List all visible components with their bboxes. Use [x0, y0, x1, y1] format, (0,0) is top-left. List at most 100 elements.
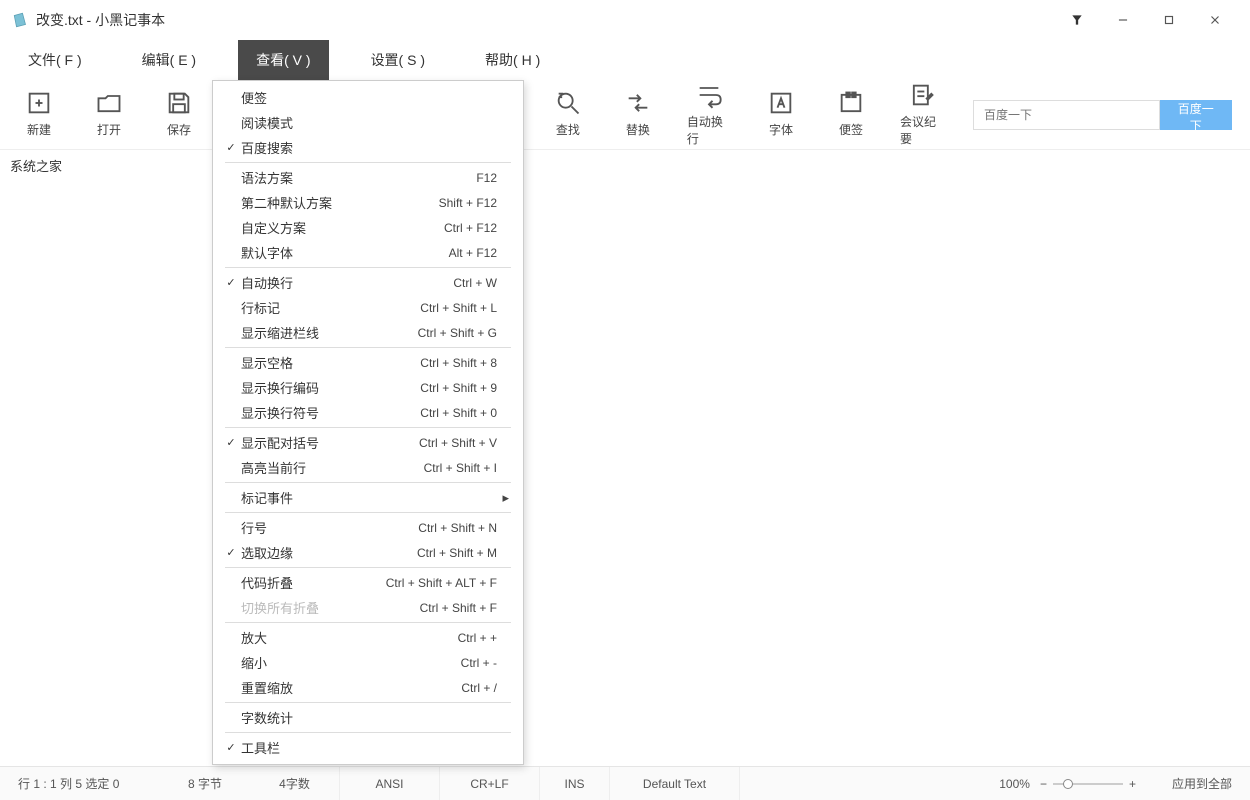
- zoom-slider[interactable]: − +: [1040, 777, 1136, 791]
- editor-area[interactable]: 系统之家: [0, 150, 1250, 766]
- menu-item[interactable]: 代码折叠Ctrl + Shift + ALT + F: [213, 570, 523, 595]
- menu-item[interactable]: 行标记Ctrl + Shift + L: [213, 295, 523, 320]
- menu-separator: [225, 162, 511, 163]
- menu-item-label: 显示换行编码: [241, 378, 420, 397]
- menu-item-shortcut: Ctrl + Shift + 9: [420, 381, 497, 395]
- menu-item[interactable]: 便签: [213, 85, 523, 110]
- tool-font[interactable]: 字体: [760, 91, 802, 138]
- menu-item[interactable]: 高亮当前行Ctrl + Shift + I: [213, 455, 523, 480]
- search-input[interactable]: [973, 100, 1160, 130]
- zoom-out-icon[interactable]: −: [1040, 777, 1047, 791]
- menu-item[interactable]: 字数统计: [213, 705, 523, 730]
- tool-wrap[interactable]: 自动换行: [687, 83, 732, 147]
- menu-item-label: 便签: [241, 88, 497, 107]
- tool-open[interactable]: 打开: [88, 91, 130, 138]
- status-zoom[interactable]: 100% − +: [981, 767, 1154, 800]
- menu-item: 切换所有折叠Ctrl + Shift + F: [213, 595, 523, 620]
- menu-item[interactable]: ✓百度搜索: [213, 135, 523, 160]
- menu-settings[interactable]: 设置( S ): [353, 40, 443, 80]
- font-icon: [767, 91, 795, 115]
- menu-item-shortcut: Ctrl + /: [461, 681, 497, 695]
- status-lineending[interactable]: CR+LF: [440, 767, 540, 800]
- menu-item-shortcut: Ctrl + W: [453, 276, 497, 290]
- menu-item-label: 行号: [241, 518, 418, 537]
- maximize-button[interactable]: [1146, 0, 1192, 40]
- minutes-icon: [908, 83, 936, 107]
- menubar: 文件( F ) 编辑( E ) 查看( V ) 设置( S ) 帮助( H ): [0, 40, 1250, 80]
- menu-item[interactable]: 缩小Ctrl + -: [213, 650, 523, 675]
- app-icon: [12, 11, 30, 29]
- menu-item[interactable]: 重置缩放Ctrl + /: [213, 675, 523, 700]
- toolbar: 新建 打开 保存 查找 替换 自动换行 字体 便签 会议纪要 百度一下: [0, 80, 1250, 150]
- status-chars: 4字数: [250, 767, 340, 800]
- menu-file[interactable]: 文件( F ): [10, 40, 100, 80]
- menu-item-shortcut: F12: [476, 171, 497, 185]
- menu-separator: [225, 427, 511, 428]
- open-icon: [95, 91, 123, 115]
- menu-item[interactable]: 放大Ctrl + +: [213, 625, 523, 650]
- menu-separator: [225, 567, 511, 568]
- statusbar: 行 1 : 1 列 5 选定 0 8 字节 4字数 ANSI CR+LF INS…: [0, 766, 1250, 800]
- menu-item-shortcut: Alt + F12: [449, 246, 497, 260]
- menu-item-shortcut: Ctrl + Shift + G: [418, 326, 497, 340]
- menu-item[interactable]: 显示换行符号Ctrl + Shift + 0: [213, 400, 523, 425]
- menu-item-label: 显示缩进栏线: [241, 323, 418, 342]
- close-button[interactable]: [1192, 0, 1238, 40]
- menu-item-label: 自动换行: [241, 273, 453, 292]
- menu-item[interactable]: 行号Ctrl + Shift + N: [213, 515, 523, 540]
- menu-item[interactable]: 标记事件▸: [213, 485, 523, 510]
- new-icon: [25, 91, 53, 115]
- menu-edit[interactable]: 编辑( E ): [124, 40, 214, 80]
- menu-item[interactable]: 第二种默认方案Shift + F12: [213, 190, 523, 215]
- menu-item-label: 代码折叠: [241, 573, 386, 592]
- tool-new[interactable]: 新建: [18, 91, 60, 138]
- minimize-button[interactable]: [1100, 0, 1146, 40]
- theme-icon[interactable]: [1054, 0, 1100, 40]
- menu-item-shortcut: Ctrl + +: [458, 631, 497, 645]
- menu-item[interactable]: 语法方案F12: [213, 165, 523, 190]
- status-encoding[interactable]: ANSI: [340, 767, 440, 800]
- menu-item-shortcut: Ctrl + -: [461, 656, 497, 670]
- menu-item-shortcut: Ctrl + Shift + V: [419, 436, 497, 450]
- menu-item[interactable]: 显示换行编码Ctrl + Shift + 9: [213, 375, 523, 400]
- editor-content: 系统之家: [0, 150, 1250, 181]
- menu-item-label: 语法方案: [241, 168, 476, 187]
- menu-separator: [225, 482, 511, 483]
- menu-item[interactable]: ✓选取边缘Ctrl + Shift + M: [213, 540, 523, 565]
- menu-item-shortcut: Ctrl + Shift + 0: [420, 406, 497, 420]
- titlebar: 改变.txt - 小黑记事本: [0, 0, 1250, 40]
- menu-item[interactable]: ✓自动换行Ctrl + W: [213, 270, 523, 295]
- menu-item-label: 重置缩放: [241, 678, 461, 697]
- menu-separator: [225, 512, 511, 513]
- menu-view[interactable]: 查看( V ): [238, 40, 328, 80]
- replace-icon: [624, 91, 652, 115]
- menu-item[interactable]: 显示缩进栏线Ctrl + Shift + G: [213, 320, 523, 345]
- menu-item-label: 缩小: [241, 653, 461, 672]
- tool-save[interactable]: 保存: [158, 91, 200, 138]
- tool-find[interactable]: 查找: [547, 91, 589, 138]
- search-button[interactable]: 百度一下: [1160, 100, 1232, 130]
- menu-item[interactable]: 自定义方案Ctrl + F12: [213, 215, 523, 240]
- menu-item[interactable]: ✓显示配对括号Ctrl + Shift + V: [213, 430, 523, 455]
- menu-item[interactable]: ✓工具栏: [213, 735, 523, 760]
- tool-replace[interactable]: 替换: [617, 91, 659, 138]
- zoom-in-icon[interactable]: +: [1129, 777, 1136, 791]
- menu-item-label: 显示换行符号: [241, 403, 420, 422]
- status-position: 行 1 : 1 列 5 选定 0: [0, 767, 160, 800]
- menu-item[interactable]: 显示空格Ctrl + Shift + 8: [213, 350, 523, 375]
- menu-item[interactable]: 默认字体Alt + F12: [213, 240, 523, 265]
- menu-item-shortcut: Shift + F12: [439, 196, 497, 210]
- tool-minutes[interactable]: 会议纪要: [900, 83, 945, 147]
- check-icon: ✓: [221, 436, 241, 449]
- check-icon: ✓: [221, 141, 241, 154]
- menu-item-label: 自定义方案: [241, 218, 444, 237]
- menu-item[interactable]: 阅读模式: [213, 110, 523, 135]
- tool-sticky[interactable]: 便签: [830, 91, 872, 138]
- status-syntax[interactable]: Default Text: [610, 767, 740, 800]
- status-apply-all[interactable]: 应用到全部: [1154, 767, 1250, 800]
- menu-separator: [225, 347, 511, 348]
- menu-help[interactable]: 帮助( H ): [467, 40, 558, 80]
- submenu-arrow-icon: ▸: [497, 490, 509, 506]
- menu-item-label: 显示空格: [241, 353, 420, 372]
- status-mode[interactable]: INS: [540, 767, 610, 800]
